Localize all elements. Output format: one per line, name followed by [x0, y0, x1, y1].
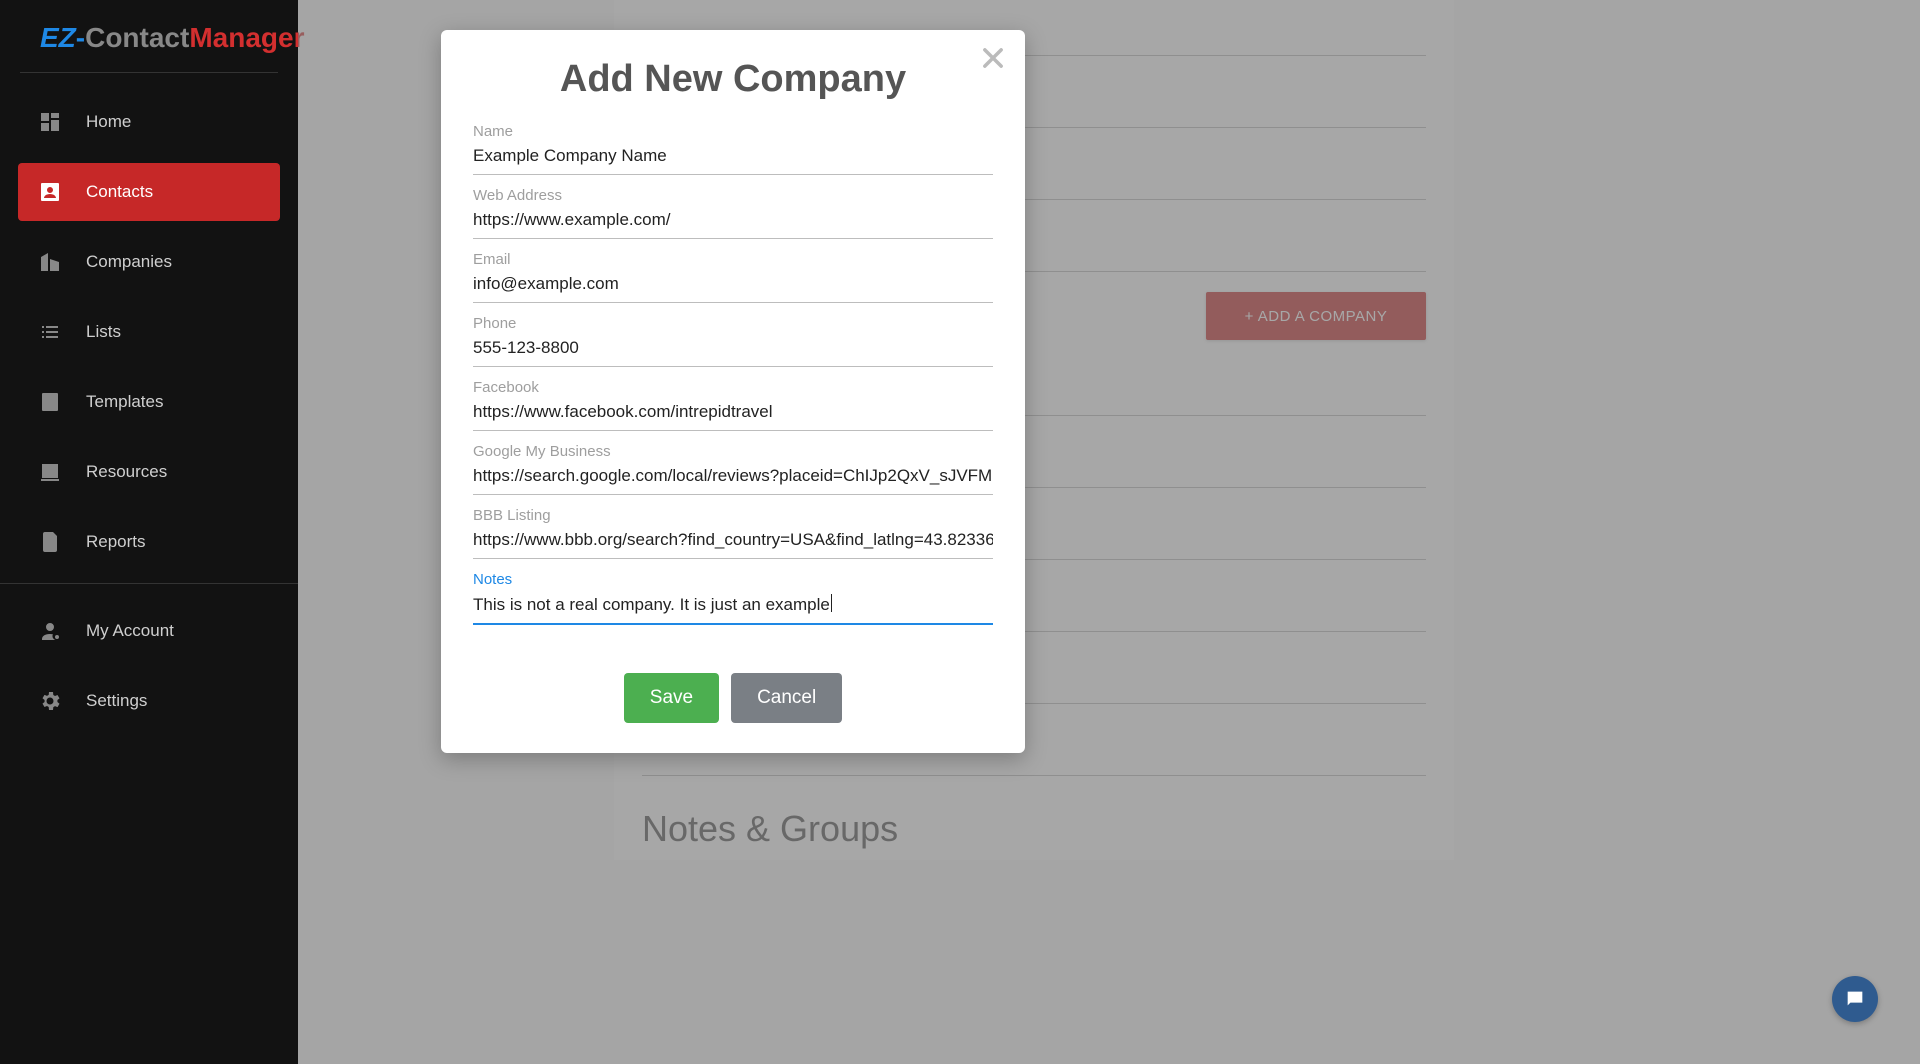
logo-ez: EZ: [40, 22, 76, 53]
logo-contact: Contact: [85, 22, 189, 53]
web-input[interactable]: [473, 206, 993, 239]
logo-dash: -: [76, 22, 85, 53]
field-email: Email: [473, 251, 993, 303]
field-bbb: BBB Listing: [473, 507, 993, 559]
sidebar-item-templates[interactable]: Templates: [18, 373, 280, 431]
add-company-modal: Add New Company Name Web Address Email P…: [441, 30, 1025, 753]
dashboard-icon: [38, 110, 62, 134]
field-notes: Notes This is not a real company. It is …: [473, 571, 993, 625]
field-phone-label: Phone: [473, 315, 993, 332]
sidebar-item-account[interactable]: My Account: [18, 602, 280, 660]
phone-input[interactable]: [473, 334, 993, 367]
field-notes-label: Notes: [473, 571, 993, 588]
field-gmb-label: Google My Business: [473, 443, 993, 460]
sidebar-divider: [0, 583, 298, 584]
field-phone: Phone: [473, 315, 993, 367]
bbb-input[interactable]: [473, 526, 993, 559]
name-input[interactable]: [473, 142, 993, 175]
sidebar-item-reports[interactable]: Reports: [18, 513, 280, 571]
contacts-icon: [38, 180, 62, 204]
sidebar-item-label: Resources: [86, 462, 167, 482]
gmb-input[interactable]: [473, 462, 993, 495]
save-button[interactable]: Save: [624, 673, 719, 723]
field-web-label: Web Address: [473, 187, 993, 204]
sidebar-item-label: Templates: [86, 392, 163, 412]
facebook-input[interactable]: [473, 398, 993, 431]
notes-input[interactable]: This is not a real company. It is just a…: [473, 590, 993, 625]
resources-icon: [38, 460, 62, 484]
sidebar-item-label: Lists: [86, 322, 121, 342]
sidebar: EZ-ContactManager Home Contacts Companie…: [0, 0, 298, 1064]
chat-icon: [1844, 988, 1866, 1010]
sidebar-item-resources[interactable]: Resources: [18, 443, 280, 501]
reports-icon: [38, 530, 62, 554]
close-icon: [979, 44, 1007, 72]
field-web: Web Address: [473, 187, 993, 239]
sidebar-item-lists[interactable]: Lists: [18, 303, 280, 361]
sidebar-item-home[interactable]: Home: [18, 93, 280, 151]
sidebar-item-label: Home: [86, 112, 131, 132]
modal-title: Add New Company: [473, 58, 993, 101]
cancel-button[interactable]: Cancel: [731, 673, 842, 723]
app-logo: EZ-ContactManager: [20, 0, 278, 73]
sidebar-item-label: My Account: [86, 621, 174, 641]
lists-icon: [38, 320, 62, 344]
field-bbb-label: BBB Listing: [473, 507, 993, 524]
logo-manager: Manager: [189, 22, 304, 53]
settings-icon: [38, 689, 62, 713]
templates-icon: [38, 390, 62, 414]
field-facebook: Facebook: [473, 379, 993, 431]
chat-fab[interactable]: [1832, 976, 1878, 1022]
sidebar-item-label: Companies: [86, 252, 172, 272]
field-name: Name: [473, 123, 993, 175]
close-button[interactable]: [979, 44, 1007, 72]
companies-icon: [38, 250, 62, 274]
sidebar-item-label: Settings: [86, 691, 147, 711]
sidebar-item-contacts[interactable]: Contacts: [18, 163, 280, 221]
sidebar-item-label: Reports: [86, 532, 146, 552]
account-icon: [38, 619, 62, 643]
modal-actions: Save Cancel: [473, 673, 993, 723]
field-gmb: Google My Business: [473, 443, 993, 495]
sidebar-item-label: Contacts: [86, 182, 153, 202]
field-facebook-label: Facebook: [473, 379, 993, 396]
field-email-label: Email: [473, 251, 993, 268]
email-input[interactable]: [473, 270, 993, 303]
sidebar-item-settings[interactable]: Settings: [18, 672, 280, 730]
sidebar-nav: Home Contacts Companies Lists Templates …: [0, 73, 298, 730]
sidebar-item-companies[interactable]: Companies: [18, 233, 280, 291]
field-name-label: Name: [473, 123, 993, 140]
